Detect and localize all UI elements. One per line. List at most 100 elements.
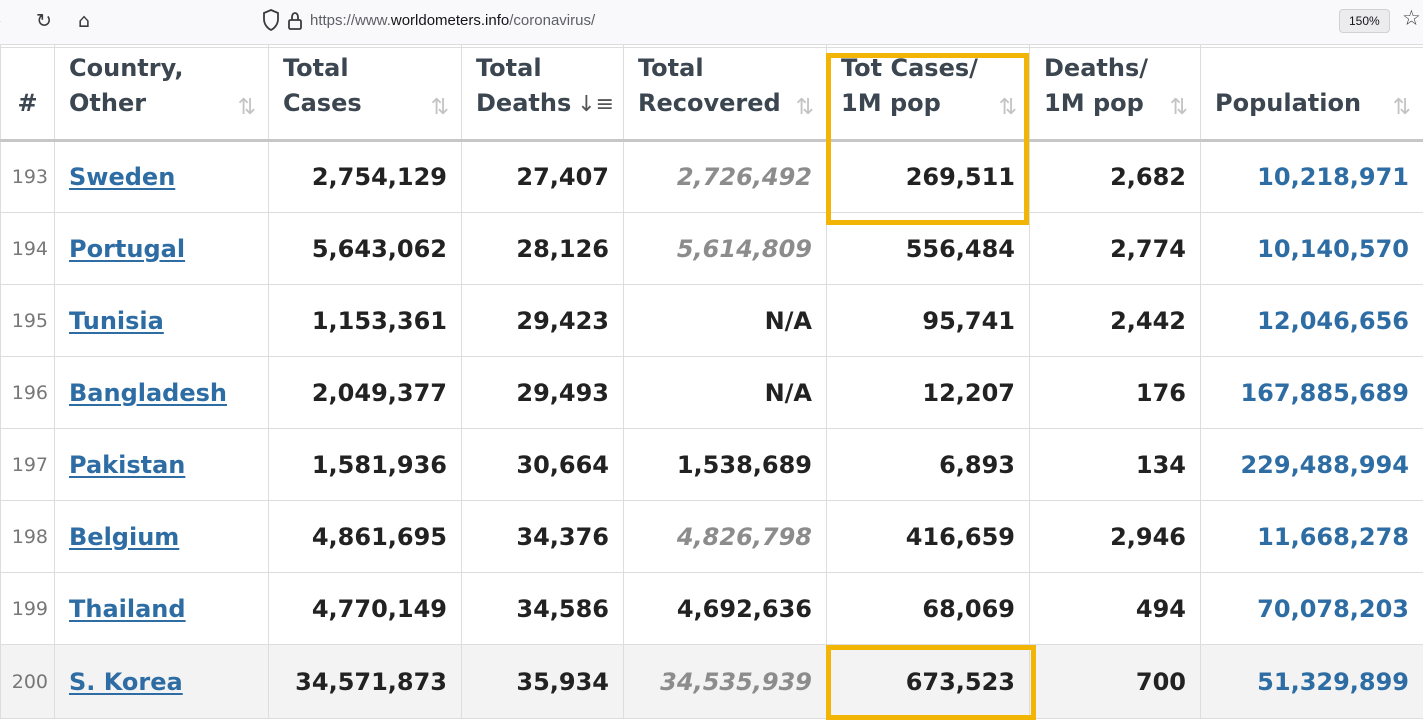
- url-path: /coronavirus/: [509, 12, 596, 29]
- table-row: 195 Tunisia 1,153,361 29,423 N/A 95,741 2,442 1…: [0, 284, 1423, 357]
- lock-icon[interactable]: [287, 11, 303, 31]
- total-deaths-cell: 34,376: [461, 500, 624, 573]
- cases-per-1m-cell: 673,523: [826, 644, 1030, 719]
- table-row: 197 Pakistan 1,581,936 30,664 1,538,689 6,893…: [0, 428, 1423, 501]
- sort-icon[interactable]: ⇅: [1393, 97, 1411, 119]
- table-header-row: # Country, Other ⇅ Total Cases ⇅ Total Deaths ↓≡ T…: [0, 47, 1423, 142]
- url-prefix: https://www.: [310, 12, 391, 29]
- address-bar[interactable]: https://www.worldometers.info/coronaviru…: [310, 11, 595, 31]
- column-header-country[interactable]: Country, Other ⇅: [54, 47, 269, 142]
- reload-icon[interactable]: ↻: [36, 8, 52, 34]
- column-header-label: #: [17, 89, 38, 117]
- deaths-per-1m-cell: 2,442: [1029, 284, 1201, 357]
- rank-cell: 199: [0, 572, 55, 645]
- country-link[interactable]: Bangladesh: [69, 379, 227, 407]
- coronavirus-table: # Country, Other ⇅ Total Cases ⇅ Total Deaths ↓≡ T…: [0, 45, 1423, 719]
- column-header-label: Population: [1215, 89, 1362, 117]
- country-link[interactable]: Tunisia: [69, 307, 164, 335]
- shield-icon[interactable]: [262, 9, 280, 31]
- column-header-population[interactable]: Population ⇅: [1200, 47, 1423, 142]
- total-recovered-cell: N/A: [623, 284, 827, 357]
- deaths-per-1m-cell: 2,774: [1029, 212, 1201, 285]
- deaths-per-1m-cell: 176: [1029, 356, 1201, 429]
- total-cases-cell: 5,643,062: [268, 212, 462, 285]
- cases-per-1m-cell: 68,069: [826, 572, 1030, 645]
- column-header-label: Country, Other: [69, 54, 184, 117]
- country-cell: Pakistan: [54, 428, 269, 501]
- total-recovered-cell: N/A: [623, 356, 827, 429]
- country-link[interactable]: Portugal: [69, 235, 185, 263]
- browser-toolbar: › ↻ ⌂ https://www.worldometers.info/coro…: [0, 0, 1423, 45]
- column-header-label: Tot Cases/1M pop: [841, 54, 978, 117]
- total-recovered-cell: 34,535,939: [623, 644, 827, 719]
- column-header-total-recovered[interactable]: Total Recovered ⇅: [623, 47, 827, 142]
- total-deaths-cell: 30,664: [461, 428, 624, 501]
- sort-icon[interactable]: ⇅: [999, 97, 1017, 119]
- rank-cell: 196: [0, 356, 55, 429]
- rank-cell: 198: [0, 500, 55, 573]
- population-cell: 229,488,994: [1200, 428, 1423, 501]
- column-header-total-deaths[interactable]: Total Deaths ↓≡: [461, 47, 624, 142]
- total-cases-cell: 4,861,695: [268, 500, 462, 573]
- total-recovered-cell: 2,726,492: [623, 140, 827, 213]
- cases-per-1m-cell: 416,659: [826, 500, 1030, 573]
- star-icon[interactable]: ☆: [1402, 6, 1421, 30]
- total-deaths-cell: 29,493: [461, 356, 624, 429]
- sort-icon[interactable]: ⇅: [1170, 97, 1188, 119]
- cases-per-1m-cell: 12,207: [826, 356, 1030, 429]
- rank-cell: 193: [0, 140, 55, 213]
- table-row: 193 Sweden 2,754,129 27,407 2,726,492 269,511…: [0, 140, 1423, 213]
- home-icon[interactable]: ⌂: [78, 8, 90, 34]
- total-deaths-cell: 34,586: [461, 572, 624, 645]
- total-cases-cell: 1,153,361: [268, 284, 462, 357]
- cases-per-1m-cell: 95,741: [826, 284, 1030, 357]
- deaths-per-1m-cell: 700: [1029, 644, 1201, 719]
- country-cell: Sweden: [54, 140, 269, 213]
- column-header-total-cases[interactable]: Total Cases ⇅: [268, 47, 462, 142]
- column-header-cases-per-1m[interactable]: Tot Cases/1M pop ⇅: [826, 47, 1030, 142]
- total-cases-cell: 2,754,129: [268, 140, 462, 213]
- column-header-rank[interactable]: #: [0, 47, 55, 142]
- rank-cell: 197: [0, 428, 55, 501]
- country-cell: Thailand: [54, 572, 269, 645]
- country-link[interactable]: Sweden: [69, 163, 175, 191]
- total-deaths-cell: 28,126: [461, 212, 624, 285]
- sort-desc-icon[interactable]: ↓≡: [577, 92, 614, 117]
- sort-icon[interactable]: ⇅: [431, 97, 449, 119]
- population-cell: 70,078,203: [1200, 572, 1423, 645]
- country-link[interactable]: S. Korea: [69, 668, 183, 696]
- column-header-label: Total Deaths: [476, 54, 572, 117]
- deaths-per-1m-cell: 494: [1029, 572, 1201, 645]
- country-link[interactable]: Thailand: [69, 595, 186, 623]
- cases-per-1m-cell: 556,484: [826, 212, 1030, 285]
- table-body: 193 Sweden 2,754,129 27,407 2,726,492 269,511…: [0, 140, 1423, 719]
- total-deaths-cell: 27,407: [461, 140, 624, 213]
- column-header-deaths-per-1m[interactable]: Deaths/1M pop ⇅: [1029, 47, 1201, 142]
- column-header-label: Total Recovered: [638, 54, 781, 117]
- sort-icon[interactable]: ⇅: [796, 97, 814, 119]
- deaths-per-1m-cell: 2,682: [1029, 140, 1201, 213]
- total-recovered-cell: 5,614,809: [623, 212, 827, 285]
- forward-icon[interactable]: ›: [0, 8, 2, 34]
- total-cases-cell: 4,770,149: [268, 572, 462, 645]
- column-header-label: Deaths/1M pop: [1044, 54, 1149, 117]
- cases-per-1m-cell: 269,511: [826, 140, 1030, 213]
- country-link[interactable]: Pakistan: [69, 451, 185, 479]
- rank-cell: 200: [0, 644, 55, 719]
- total-recovered-cell: 1,538,689: [623, 428, 827, 501]
- zoom-level-button[interactable]: 150%: [1339, 9, 1390, 33]
- country-cell: S. Korea: [54, 644, 269, 719]
- total-recovered-cell: 4,692,636: [623, 572, 827, 645]
- page-content: # Country, Other ⇅ Total Cases ⇅ Total Deaths ↓≡ T…: [0, 45, 1423, 723]
- country-cell: Bangladesh: [54, 356, 269, 429]
- population-cell: 11,668,278: [1200, 500, 1423, 573]
- url-domain: worldometers.info: [390, 12, 510, 29]
- country-link[interactable]: Belgium: [69, 523, 179, 551]
- rank-cell: 195: [0, 284, 55, 357]
- population-cell: 10,218,971: [1200, 140, 1423, 213]
- sort-icon[interactable]: ⇅: [238, 97, 256, 119]
- country-cell: Tunisia: [54, 284, 269, 357]
- total-recovered-cell: 4,826,798: [623, 500, 827, 573]
- total-cases-cell: 34,571,873: [268, 644, 462, 719]
- population-cell: 167,885,689: [1200, 356, 1423, 429]
